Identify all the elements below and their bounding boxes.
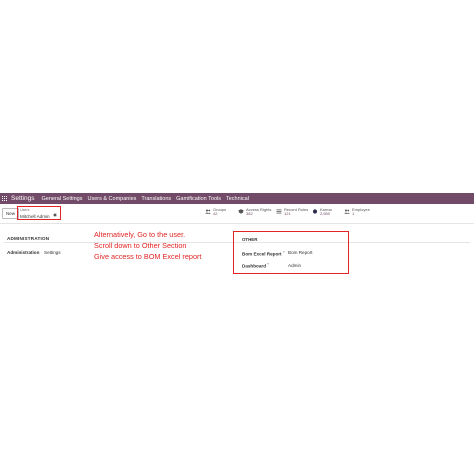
menu-translations[interactable]: Translations [141,196,171,202]
breadcrumb-users-link[interactable]: Users [20,208,29,212]
record-rules-stat-value: 121 [284,211,291,217]
access-rights-stat-value: 382 [246,211,253,217]
users-icon [205,209,211,214]
instruction-annotation: Alternatively, Go to the user. Scroll do… [94,229,201,262]
annotation-line-1: Alternatively, Go to the user. [94,230,186,239]
karma-stat-value: 2,550 [320,211,331,217]
administration-section-title: ADMINISTRATION [7,236,50,241]
groups-stat-value: 42 [213,211,218,217]
control-panel [0,205,474,224]
groups-stat-button[interactable]: Groups 42 [205,207,226,217]
menu-technical[interactable]: Technical [226,196,249,202]
help-marker: ? [267,262,269,266]
employee-stat-label: Employee [352,207,370,212]
karma-icon [312,209,318,214]
menu-gamification-tools[interactable]: Gamification Tools [176,196,221,202]
employee-stat-button[interactable]: Employee 1 [344,207,370,217]
breadcrumb-current-record: Mitchell Admin [20,214,50,219]
administration-field-label: Administration [7,250,40,255]
other-section: OTHER Bom Excel Report ? Bom Report Dash… [233,231,349,274]
record-rules-stat-button[interactable]: Record Rules 121 [276,207,308,217]
dashboard-select[interactable]: Admin [288,263,301,268]
menu-users-companies[interactable]: Users & Companies [87,196,136,202]
employee-icon [344,209,350,214]
administration-field-value[interactable]: Settings [44,250,61,255]
annotation-line-3: Give access to BOM Excel report [94,252,202,261]
menu-general-settings[interactable]: General Settings [42,196,83,202]
bom-excel-report-label: Bom Excel Report ? [242,250,285,257]
gear-icon[interactable] [53,212,57,217]
employee-stat-value: 1 [352,211,355,217]
dashboard-label: Dashboard ? [242,262,269,269]
rules-icon [276,209,282,214]
breadcrumb: Users Mitchell Admin [17,206,61,220]
app-brand[interactable]: Settings [11,195,35,202]
other-section-title: OTHER [242,237,258,242]
bom-excel-report-select[interactable]: Bom Report [288,250,313,255]
karma-stat-button[interactable]: Karma 2,550 [312,207,332,217]
shield-icon [238,209,244,214]
access-rights-stat-button[interactable]: Access Rights 382 [238,207,271,217]
help-marker: ? [282,250,285,254]
annotation-line-2: Scroll down to Other Section [94,241,187,250]
apps-grid-icon[interactable] [2,195,8,202]
top-navbar: Settings General Settings Users & Compan… [0,193,474,204]
